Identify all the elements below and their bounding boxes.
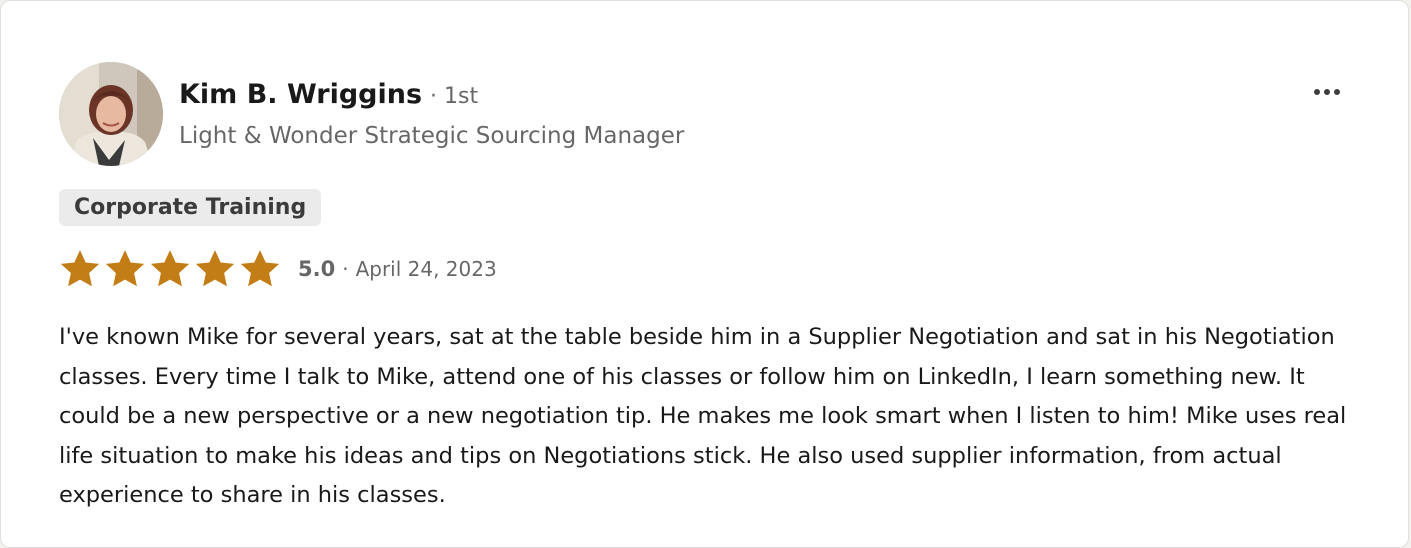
- service-tag: Corporate Training: [59, 189, 322, 226]
- review-date: April 24, 2023: [355, 257, 497, 281]
- reviewer-headline: Light & Wonder Strategic Sourcing Manage…: [179, 123, 685, 149]
- star-icon: [240, 250, 280, 287]
- star-icon: [60, 250, 100, 287]
- more-options-button[interactable]: [1307, 77, 1347, 107]
- reviewer-name-row: Kim B. Wriggins · 1st: [179, 79, 478, 115]
- ellipsis-icon: [1314, 89, 1340, 95]
- rating-separator: ·: [342, 257, 349, 281]
- reviewer-avatar[interactable]: [59, 62, 163, 166]
- star-rating: [59, 248, 281, 290]
- service-tag-label: Corporate Training: [74, 195, 307, 220]
- connection-degree: · 1st: [430, 84, 479, 109]
- reviewer-name[interactable]: Kim B. Wriggins: [179, 79, 422, 110]
- review-card: Kim B. Wriggins · 1st Light & Wonder Str…: [0, 0, 1409, 548]
- star-icon: [150, 250, 190, 287]
- review-text: I've known Mike for several years, sat a…: [59, 324, 1347, 508]
- avatar-photo-icon: [59, 62, 163, 166]
- star-icon: [105, 250, 145, 287]
- rating-row: 5.0 · April 24, 2023: [59, 247, 497, 291]
- rating-score: 5.0: [298, 257, 336, 281]
- star-icon: [195, 250, 235, 287]
